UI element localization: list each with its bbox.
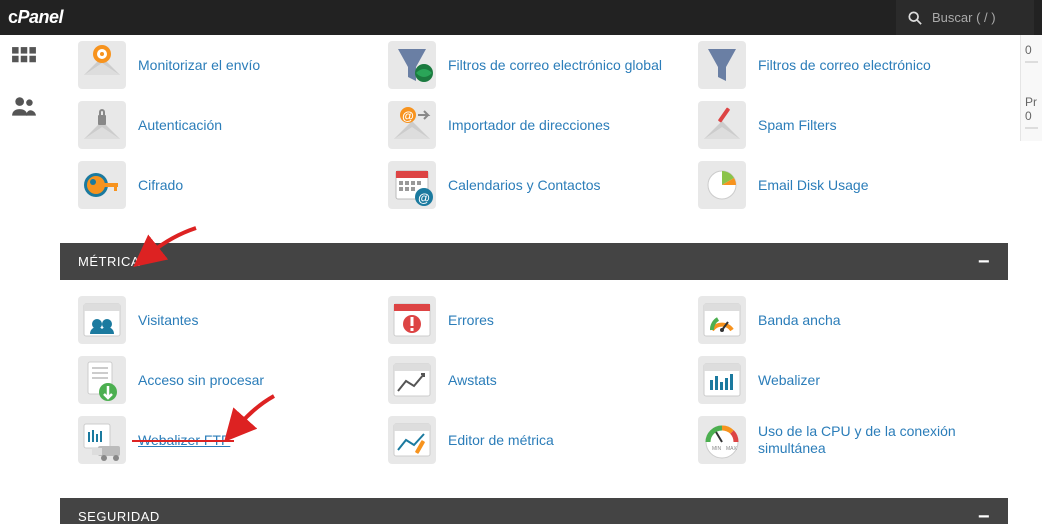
cpanel-logo: Panel bbox=[8, 7, 63, 28]
pie-chart-icon bbox=[698, 161, 746, 209]
topbar: Panel bbox=[0, 0, 1042, 35]
key-icon bbox=[78, 161, 126, 209]
item-cpu-concurrent[interactable]: MIN MAX Uso de la CPU y de la conexión si… bbox=[698, 416, 990, 464]
section-title: SEGURIDAD bbox=[78, 509, 160, 524]
item-awstats[interactable]: Awstats bbox=[388, 356, 680, 404]
envelope-target-icon bbox=[78, 41, 126, 89]
item-label: Webalizer bbox=[758, 372, 820, 389]
stat-label: Pr bbox=[1025, 95, 1038, 109]
item-label: Autenticación bbox=[138, 117, 222, 134]
webalizer-ftp-icon bbox=[78, 416, 126, 464]
envelope-at-icon: @ bbox=[388, 101, 436, 149]
item-webalizer-ftp[interactable]: Webalizer FTP bbox=[78, 416, 370, 464]
stat-value: 0 bbox=[1025, 43, 1038, 57]
funnel-globe-icon bbox=[388, 41, 436, 89]
visitors-icon bbox=[78, 296, 126, 344]
item-label: Acceso sin procesar bbox=[138, 372, 264, 389]
main: Monitorizar el envío Filtros de correo e… bbox=[48, 35, 1020, 524]
item-label: Cifrado bbox=[138, 177, 183, 194]
metrics-editor-icon bbox=[388, 416, 436, 464]
stat-value: 0 bbox=[1025, 109, 1038, 123]
item-calendars-contacts[interactable]: @ Calendarios y Contactos bbox=[388, 161, 680, 209]
section-title: MÉTRICA bbox=[78, 254, 140, 269]
awstats-icon bbox=[388, 356, 436, 404]
item-label: Editor de métrica bbox=[448, 432, 554, 449]
svg-text:@: @ bbox=[402, 109, 414, 123]
sidebar bbox=[0, 35, 48, 524]
item-email-filters[interactable]: Filtros de correo electrónico bbox=[698, 41, 990, 89]
calendar-at-icon: @ bbox=[388, 161, 436, 209]
item-visitors[interactable]: Visitantes bbox=[78, 296, 370, 344]
item-label: Filtros de correo electrónico bbox=[758, 57, 931, 74]
item-authentication[interactable]: Autenticación bbox=[78, 101, 370, 149]
item-raw-access[interactable]: Acceso sin procesar bbox=[78, 356, 370, 404]
item-encryption[interactable]: Cifrado bbox=[78, 161, 370, 209]
item-metrics-editor[interactable]: Editor de métrica bbox=[388, 416, 680, 464]
item-global-email-filters[interactable]: Filtros de correo electrónico global bbox=[388, 41, 680, 89]
raw-access-icon bbox=[78, 356, 126, 404]
item-label: Uso de la CPU y de la conexión simultáne… bbox=[758, 423, 990, 457]
search-input[interactable] bbox=[932, 10, 1022, 25]
item-email-disk-usage[interactable]: Email Disk Usage bbox=[698, 161, 990, 209]
item-label: Webalizer FTP bbox=[138, 432, 230, 449]
email-grid: Monitorizar el envío Filtros de correo e… bbox=[60, 35, 1008, 227]
item-webalizer[interactable]: Webalizer bbox=[698, 356, 990, 404]
item-label: Importador de direcciones bbox=[448, 117, 610, 134]
item-label: Monitorizar el envío bbox=[138, 57, 260, 74]
item-label: Banda ancha bbox=[758, 312, 841, 329]
section-bar-security[interactable]: SEGURIDAD − bbox=[60, 498, 1008, 524]
funnel-icon bbox=[698, 41, 746, 89]
item-monitor-delivery[interactable]: Monitorizar el envío bbox=[78, 41, 370, 89]
item-bandwidth[interactable]: Banda ancha bbox=[698, 296, 990, 344]
item-errors[interactable]: Errores bbox=[388, 296, 680, 344]
envelope-pencil-icon bbox=[698, 101, 746, 149]
sidebar-users-icon[interactable] bbox=[0, 83, 48, 131]
search-input-wrap[interactable] bbox=[896, 0, 1034, 35]
search-icon bbox=[908, 11, 922, 25]
cpu-gauge-icon: MIN MAX bbox=[698, 416, 746, 464]
item-label: Email Disk Usage bbox=[758, 177, 868, 194]
section-bar-metrics[interactable]: MÉTRICA − bbox=[60, 243, 1008, 280]
item-label: Visitantes bbox=[138, 312, 198, 329]
item-label: Spam Filters bbox=[758, 117, 837, 134]
webalizer-icon bbox=[698, 356, 746, 404]
svg-text:@: @ bbox=[418, 191, 430, 205]
item-spam-filters[interactable]: Spam Filters bbox=[698, 101, 990, 149]
item-address-importer[interactable]: @ Importador de direcciones bbox=[388, 101, 680, 149]
item-label: Awstats bbox=[448, 372, 497, 389]
sidebar-apps-icon[interactable] bbox=[0, 35, 48, 83]
svg-text:MAX: MAX bbox=[726, 446, 738, 452]
envelope-lock-icon bbox=[78, 101, 126, 149]
metrics-grid: Visitantes Errores Banda ancha Acceso si… bbox=[60, 280, 1008, 482]
stats-strip: 0 Pr 0 bbox=[1020, 35, 1042, 141]
svg-text:MIN: MIN bbox=[712, 446, 722, 452]
item-label: Calendarios y Contactos bbox=[448, 177, 601, 194]
item-label: Errores bbox=[448, 312, 494, 329]
bandwidth-gauge-icon bbox=[698, 296, 746, 344]
errors-icon bbox=[388, 296, 436, 344]
item-label: Filtros de correo electrónico global bbox=[448, 57, 662, 74]
